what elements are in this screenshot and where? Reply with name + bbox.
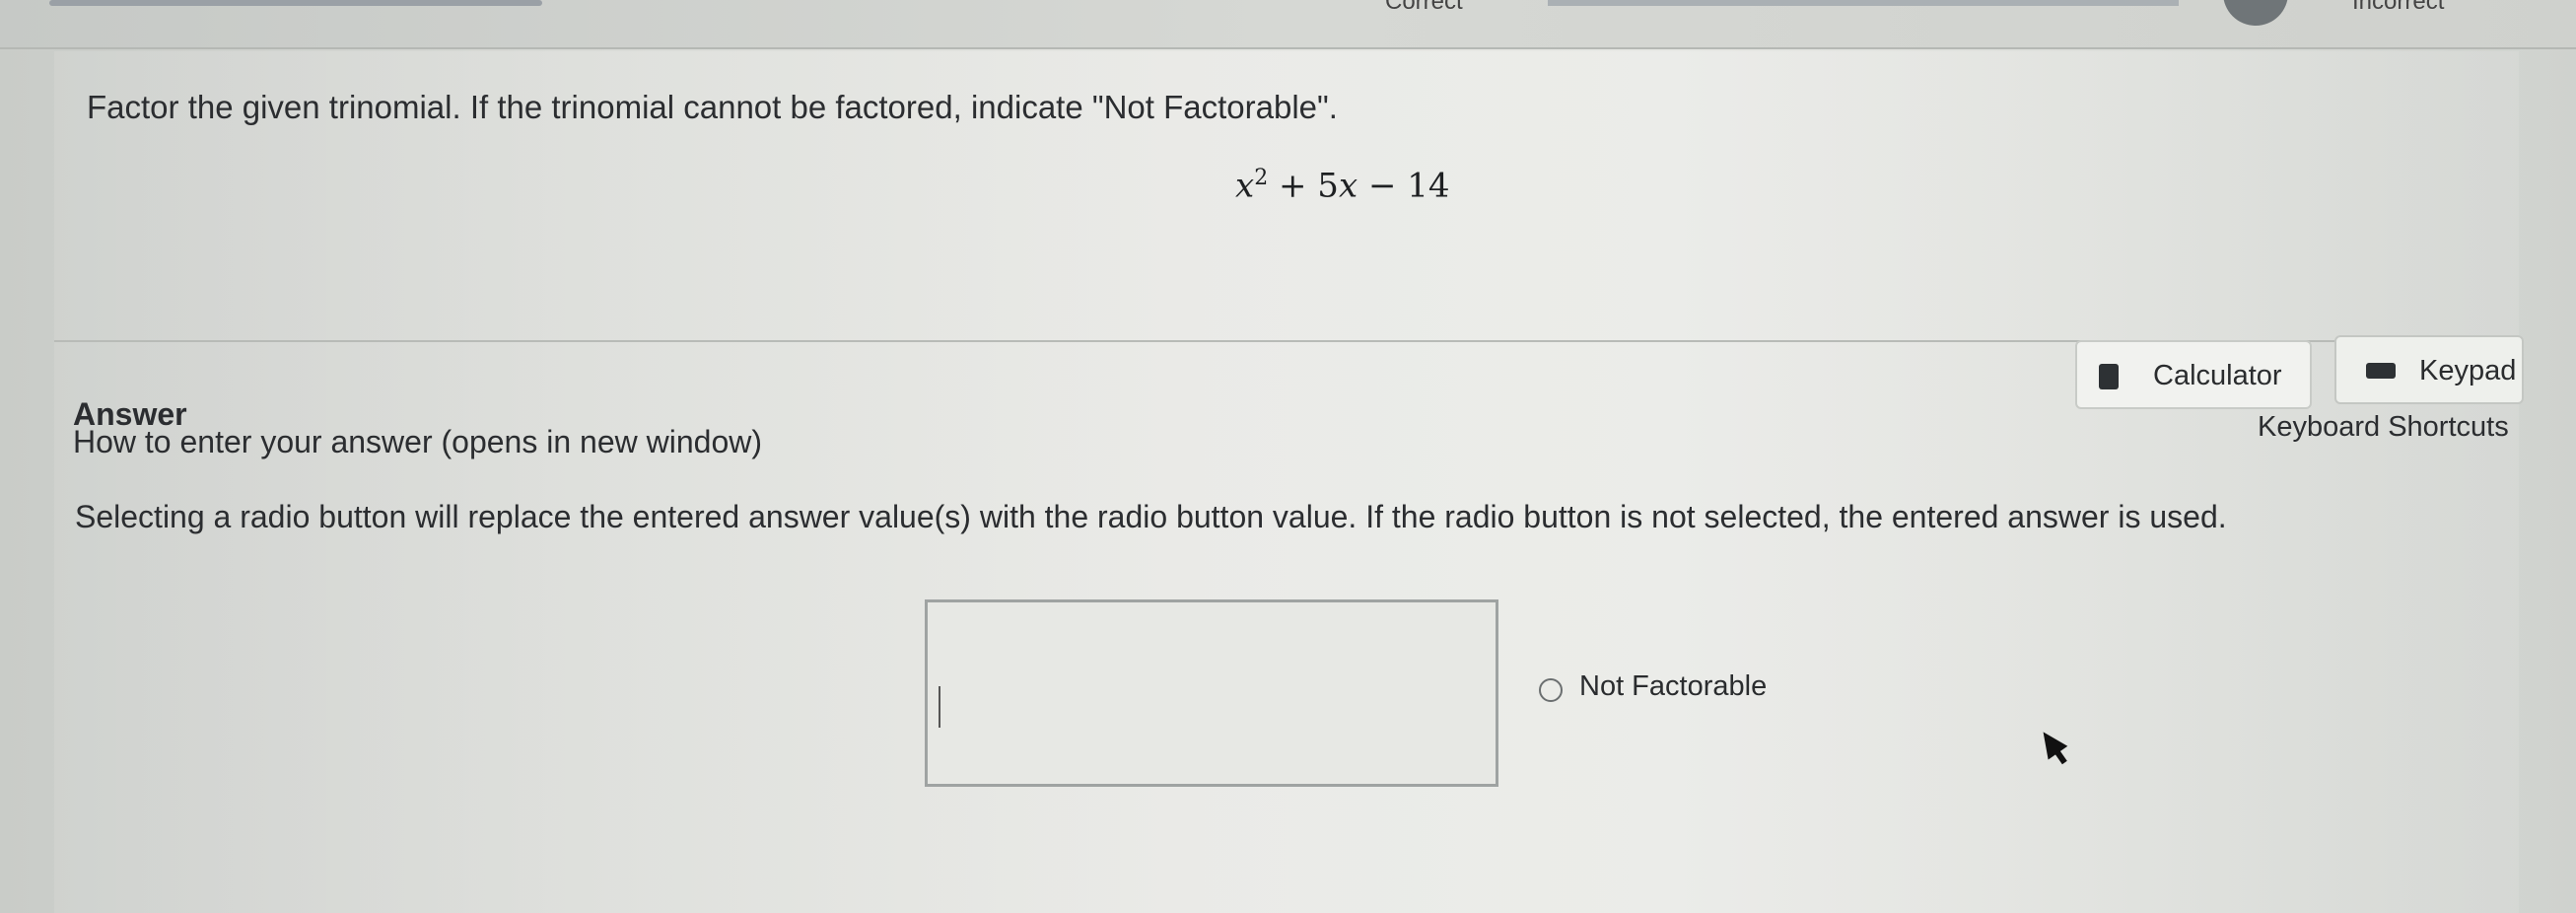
keypad-label: Keypad	[2419, 355, 2517, 386]
answer-input[interactable]	[925, 599, 1498, 787]
radio-notice: Selecting a radio button will replace th…	[75, 499, 2227, 534]
incorrect-label: Incorrect	[2352, 0, 2445, 15]
calculator-label: Calculator	[2153, 360, 2282, 391]
score-indicator-icon	[2223, 0, 2288, 26]
question-instruction: Factor the given trinomial. If the trino…	[87, 89, 1338, 125]
keyboard-icon	[2366, 363, 2396, 379]
status-divider	[1548, 0, 2179, 6]
keypad-button[interactable]: Keypad	[2334, 335, 2524, 404]
math-variable-2: x	[1338, 166, 1358, 206]
math-constant-term: − 14	[1367, 166, 1450, 206]
text-caret	[939, 686, 940, 728]
keyboard-shortcuts-link[interactable]: Keyboard Shortcuts	[2258, 411, 2509, 444]
correct-label: Correct	[1385, 0, 1463, 15]
calculator-button[interactable]: Calculator	[2075, 340, 2312, 409]
radio-label: Not Factorable	[1579, 670, 1768, 702]
top-status-bar: Correct Incorrect	[0, 0, 2576, 49]
math-middle-term: + 5	[1279, 166, 1339, 206]
math-exponent: 2	[1254, 166, 1269, 190]
trinomial-expression: x2 + 5x − 14	[1235, 166, 1450, 205]
howto-link[interactable]: How to enter your answer (opens in new w…	[73, 424, 762, 460]
math-variable: x	[1235, 166, 1255, 206]
progress-bar	[49, 0, 542, 6]
calculator-icon	[2099, 364, 2119, 389]
radio-circle-icon[interactable]	[1539, 678, 1563, 702]
